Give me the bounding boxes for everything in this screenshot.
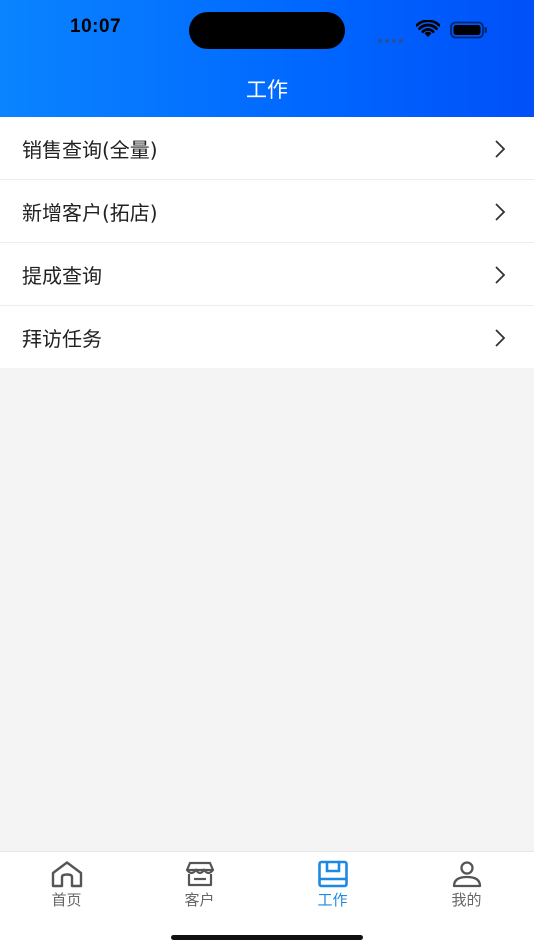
chevron-right-icon <box>495 203 506 221</box>
chevron-right-icon <box>495 329 506 347</box>
work-menu-list: 销售查询(全量) 新增客户(拓店) 提成查询 拜访任务 <box>0 117 534 368</box>
status-time: 10:07 <box>70 16 122 37</box>
tab-home[interactable]: 首页 <box>0 858 133 918</box>
status-icons <box>378 18 488 43</box>
tab-mine[interactable]: 我的 <box>400 858 533 918</box>
dynamic-island <box>189 12 345 49</box>
store-icon <box>185 861 214 887</box>
tab-label: 我的 <box>451 891 482 909</box>
chevron-right-icon <box>495 140 506 158</box>
header-bar: 10:07 工作 <box>0 0 534 117</box>
home-indicator <box>171 935 363 940</box>
tab-label: 首页 <box>51 891 82 909</box>
chevron-right-icon <box>495 266 506 284</box>
menu-item-label: 提成查询 <box>22 263 102 288</box>
tab-label: 工作 <box>317 891 348 909</box>
home-icon <box>51 861 82 888</box>
menu-item-label: 新增客户(拓店) <box>22 200 158 225</box>
signal-dots-icon <box>378 28 406 47</box>
page-title: 工作 <box>246 78 288 102</box>
menu-item-label: 销售查询(全量) <box>22 137 158 162</box>
battery-icon <box>450 21 487 39</box>
menu-item-new-customer[interactable]: 新增客户(拓店) <box>0 180 534 243</box>
tab-work[interactable]: 工作 <box>266 858 399 918</box>
person-icon <box>452 861 481 888</box>
tab-customers[interactable]: 客户 <box>133 858 266 918</box>
work-icon <box>317 860 348 888</box>
menu-item-sales-query[interactable]: 销售查询(全量) <box>0 117 534 180</box>
wifi-icon <box>416 20 440 37</box>
tab-label: 客户 <box>184 891 215 909</box>
screen: 10:07 工作 销售查询(全量) 新增客户(拓店) 提成查询 拜访任务 首页 … <box>0 0 534 950</box>
menu-item-visit-tasks[interactable]: 拜访任务 <box>0 306 534 368</box>
menu-item-label: 拜访任务 <box>22 326 102 351</box>
menu-item-commission-query[interactable]: 提成查询 <box>0 243 534 306</box>
